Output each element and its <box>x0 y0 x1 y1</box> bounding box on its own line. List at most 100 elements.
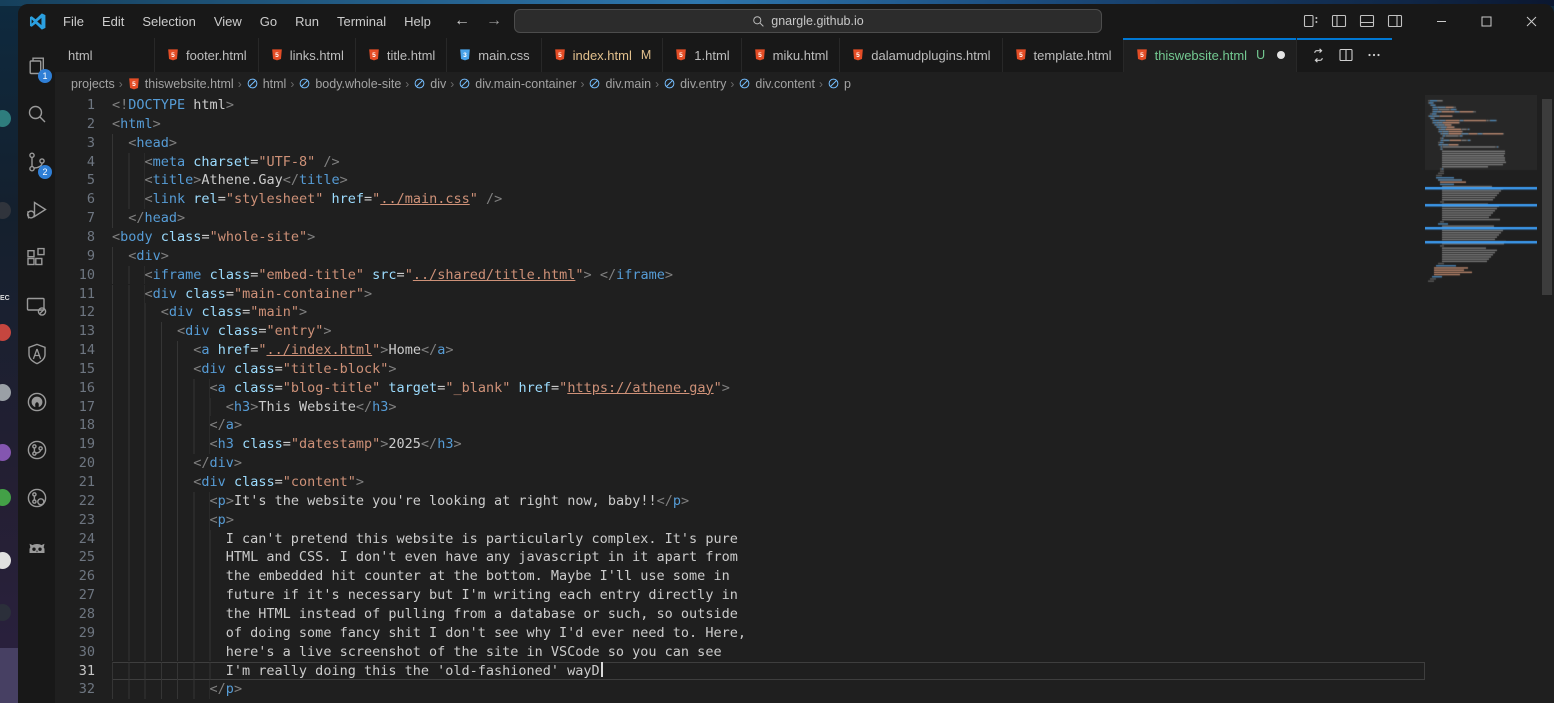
tab-miku.html[interactable]: 5miku.html <box>742 38 841 72</box>
code-line-15[interactable]: <div class="title-block"> <box>112 360 1425 379</box>
nav-back-button[interactable]: ← <box>448 4 476 38</box>
maximize-button[interactable] <box>1464 4 1509 38</box>
breadcrumb-item-div.content[interactable]: div.content <box>738 77 815 91</box>
code-line-13[interactable]: <div class="entry"> <box>112 322 1425 341</box>
breadcrumb-item-div.entry[interactable]: div.entry <box>663 77 726 91</box>
code-line-18[interactable]: </a> <box>112 416 1425 435</box>
activity-item-github[interactable] <box>18 378 55 426</box>
nav-forward-button[interactable]: → <box>480 4 508 38</box>
line-number: 22 <box>55 492 95 511</box>
more-actions-button[interactable] <box>1361 42 1387 68</box>
code-line-1[interactable]: <!DOCTYPE html> <box>112 96 1425 115</box>
code-line-10[interactable]: <iframe class="embed-title" src="../shar… <box>112 266 1425 285</box>
tab-dalamudplugins.html[interactable]: 5dalamudplugins.html <box>840 38 1002 72</box>
code-line-16[interactable]: <a class="blog-title" target="_blank" hr… <box>112 379 1425 398</box>
indent-guides <box>112 341 193 360</box>
close-button[interactable] <box>1509 4 1554 38</box>
menu-run[interactable]: Run <box>286 4 328 38</box>
breadcrumb-item-body.whole-site[interactable]: body.whole-site <box>298 77 401 91</box>
activity-item-source-control[interactable]: 2 <box>18 138 55 186</box>
code-line-31[interactable]: I'm really doing this the 'old-fashioned… <box>112 662 1425 681</box>
code-line-19[interactable]: <h3 class="datestamp">2025</h3> <box>112 435 1425 454</box>
menu-edit[interactable]: Edit <box>93 4 133 38</box>
menu-file[interactable]: File <box>54 4 93 38</box>
code-line-17[interactable]: <h3>This Website</h3> <box>112 398 1425 417</box>
customize-layout-button[interactable] <box>1297 7 1325 35</box>
scrollbar[interactable] <box>1540 95 1554 703</box>
command-center[interactable]: gnargle.github.io <box>514 9 1102 33</box>
toggle-secondary-sidebar-button[interactable] <box>1381 7 1409 35</box>
menu-help[interactable]: Help <box>395 4 440 38</box>
indent-guides <box>112 153 145 172</box>
menu-go[interactable]: Go <box>251 4 286 38</box>
menu-selection[interactable]: Selection <box>133 4 204 38</box>
file-type-icon: 5 <box>753 48 767 62</box>
code-line-3[interactable]: <head> <box>112 134 1425 153</box>
line-number: 16 <box>55 379 95 398</box>
code-line-20[interactable]: </div> <box>112 454 1425 473</box>
code-line-24[interactable]: I can't pretend this website is particul… <box>112 530 1425 549</box>
code-line-27[interactable]: future if it's necessary but I'm writing… <box>112 586 1425 605</box>
split-editor-button[interactable] <box>1333 42 1359 68</box>
tab-links.html[interactable]: 5links.html <box>259 38 356 72</box>
breadcrumb-item-p[interactable]: p <box>827 77 851 91</box>
code-line-29[interactable]: of doing some fancy shit I don't see why… <box>112 624 1425 643</box>
activity-item-search[interactable] <box>18 90 55 138</box>
line-number: 5 <box>55 171 95 190</box>
activity-item-explorer[interactable]: 1 <box>18 42 55 90</box>
breadcrumb-item-div[interactable]: div <box>413 77 446 91</box>
tab-1.html[interactable]: 51.html <box>663 38 741 72</box>
breadcrumb-item-projects[interactable]: projects <box>71 77 115 91</box>
tab-html[interactable]: html <box>55 38 155 72</box>
minimap[interactable] <box>1425 95 1537 703</box>
code-line-22[interactable]: <p>It's the website you're looking at ri… <box>112 492 1425 511</box>
code-line-11[interactable]: <div class="main-container"> <box>112 285 1425 304</box>
line-number: 25 <box>55 548 95 567</box>
menu-view[interactable]: View <box>205 4 251 38</box>
code-line-26[interactable]: the embedded hit counter at the bottom. … <box>112 567 1425 586</box>
scrollbar-thumb[interactable] <box>1542 99 1552 295</box>
tab-footer.html[interactable]: 5footer.html <box>155 38 259 72</box>
activity-item-angular[interactable] <box>18 330 55 378</box>
code-line-8[interactable]: <body class="whole-site"> <box>112 228 1425 247</box>
tab-index.html[interactable]: 5index.htmlM <box>542 38 664 72</box>
activity-item-git-graph[interactable] <box>18 426 55 474</box>
menu-terminal[interactable]: Terminal <box>328 4 395 38</box>
code-line-6[interactable]: <link rel="stylesheet" href="../main.css… <box>112 190 1425 209</box>
code-line-7[interactable]: </head> <box>112 209 1425 228</box>
minimize-button[interactable] <box>1419 4 1464 38</box>
toggle-primary-sidebar-button[interactable] <box>1325 7 1353 35</box>
toggle-panel-button[interactable] <box>1353 7 1381 35</box>
line-number: 26 <box>55 567 95 586</box>
code-line-14[interactable]: <a href="../index.html">Home</a> <box>112 341 1425 360</box>
editor[interactable]: 1234567891011121314151617181920212223242… <box>55 95 1554 703</box>
code-line-21[interactable]: <div class="content"> <box>112 473 1425 492</box>
code-line-4[interactable]: <meta charset="UTF-8" /> <box>112 153 1425 172</box>
code-line-5[interactable]: <title>Athene.Gay</title> <box>112 171 1425 190</box>
indent-guides <box>112 190 145 209</box>
breadcrumb-item-html[interactable]: html <box>246 77 287 91</box>
breadcrumb-item-div.main-container[interactable]: div.main-container <box>458 77 576 91</box>
code-line-23[interactable]: <p> <box>112 511 1425 530</box>
tab-title.html[interactable]: 5title.html <box>356 38 447 72</box>
activity-item-extensions[interactable] <box>18 234 55 282</box>
tab-template.html[interactable]: 5template.html <box>1003 38 1124 72</box>
breadcrumb-item-thiswebsite.html[interactable]: 5thiswebsite.html <box>127 77 234 91</box>
code-line-25[interactable]: HTML and CSS. I don't even have any java… <box>112 548 1425 567</box>
activity-item-godot-tools[interactable] <box>18 522 55 570</box>
tab-thiswebsite.html[interactable]: 5thiswebsite.htmlU <box>1124 38 1298 72</box>
tab-main.css[interactable]: 3main.css <box>447 38 541 72</box>
activity-item-remote-explorer[interactable] <box>18 282 55 330</box>
activity-item-gitlens[interactable] <box>18 474 55 522</box>
activity-item-run-and-debug[interactable] <box>18 186 55 234</box>
open-changes-button[interactable] <box>1305 42 1331 68</box>
code-line-28[interactable]: the HTML instead of pulling from a datab… <box>112 605 1425 624</box>
line-number: 12 <box>55 303 95 322</box>
git-circle-icon <box>25 438 49 462</box>
breadcrumb-item-div.main[interactable]: div.main <box>588 77 651 91</box>
code-line-2[interactable]: <html> <box>112 115 1425 134</box>
code-line-9[interactable]: <div> <box>112 247 1425 266</box>
code-line-32[interactable]: </p> <box>112 680 1425 699</box>
code-line-30[interactable]: here's a live screenshot of the site in … <box>112 643 1425 662</box>
code-line-12[interactable]: <div class="main"> <box>112 303 1425 322</box>
